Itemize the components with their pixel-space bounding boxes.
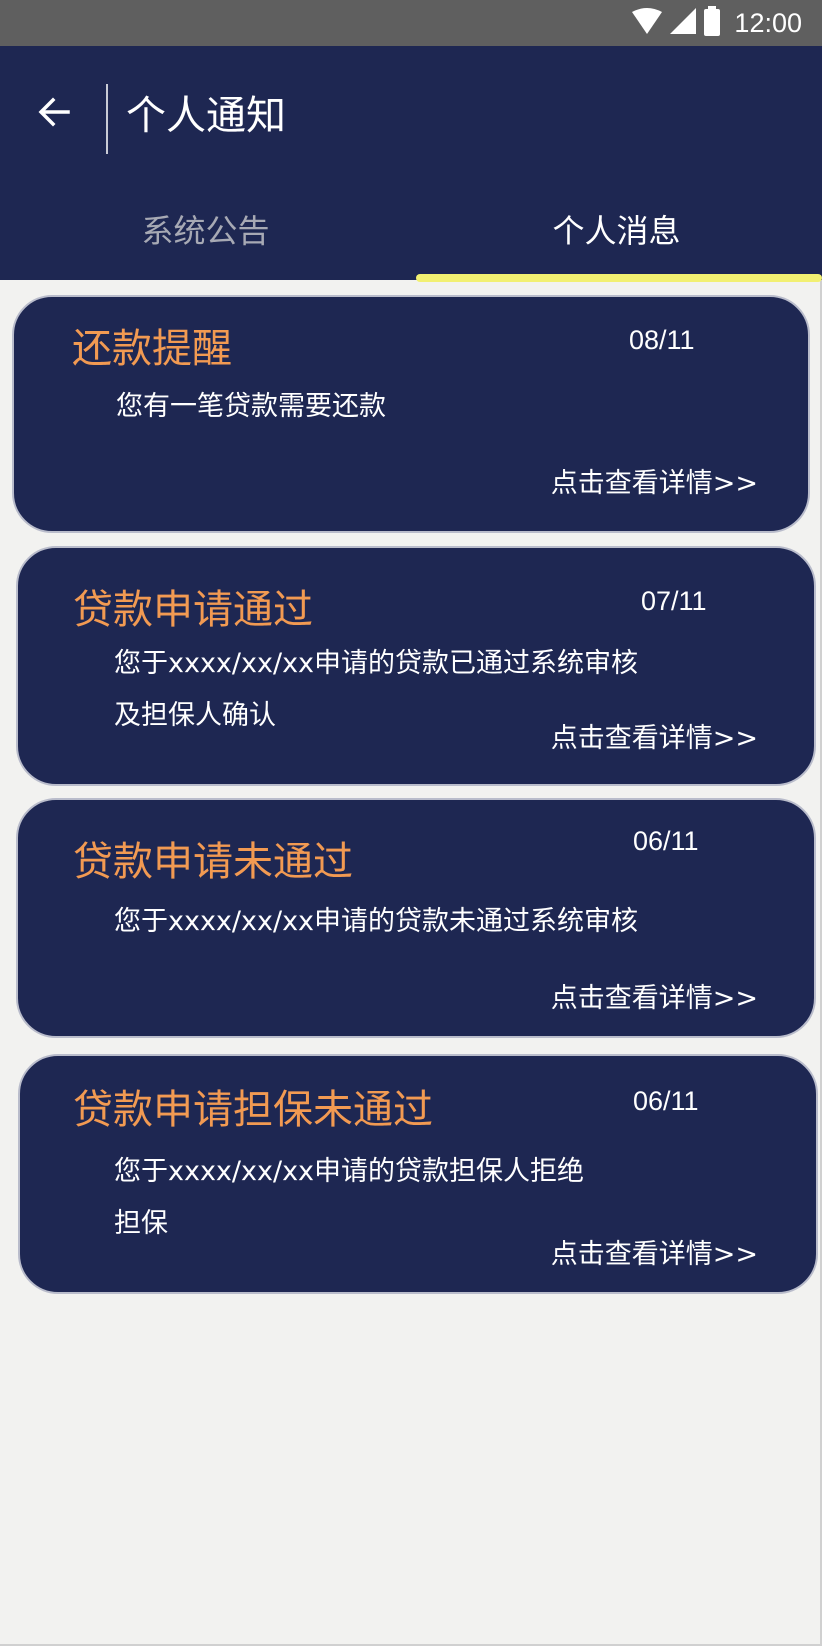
notification-body-line: 您于xxxx/xx/xx申请的贷款担保人拒绝 [114,1156,585,1187]
battery-icon [704,6,721,40]
tab-system-announcements[interactable]: 系统公告 [0,206,411,280]
notification-date: 07/11 [641,586,707,616]
notification-body-line: 您于xxxx/xx/xx申请的贷款已通过系统审核 [114,648,639,679]
status-bar: 12:00 [0,0,822,46]
back-button[interactable] [28,86,80,138]
view-details-link[interactable]: 点击查看详情>> [551,1232,758,1271]
view-details-link[interactable]: 点击查看详情>> [551,976,758,1015]
tab-active-indicator [416,274,822,282]
notification-body-line: 担保 [114,1208,168,1239]
notification-card-approved[interactable]: 贷款申请通过 07/11 您于xxxx/xx/xx申请的贷款已通过系统审核 及担… [16,546,816,786]
notification-body: 您有一笔贷款需要还款 [116,391,386,422]
view-details-link[interactable]: 点击查看详情>> [551,461,758,500]
view-details-link[interactable]: 点击查看详情>> [551,716,758,755]
notification-card-rejected[interactable]: 贷款申请未通过 06/11 您于xxxx/xx/xx申请的贷款未通过系统审核 点… [16,798,816,1038]
signal-icon [670,8,697,38]
notification-date: 08/11 [629,325,695,355]
notification-title: 贷款申请通过 [73,587,313,633]
app-bar: 个人通知 系统公告 个人消息 [0,46,822,282]
notification-title: 贷款申请担保未通过 [73,1087,433,1133]
tab-personal-messages[interactable]: 个人消息 [411,206,822,280]
title-divider [106,84,108,154]
notification-date: 06/11 [633,1086,699,1116]
notification-title: 贷款申请未通过 [73,839,353,885]
notification-card-repayment[interactable]: 还款提醒 08/11 您有一笔贷款需要还款 点击查看详情>> [12,295,810,533]
page-title: 个人通知 [126,93,286,139]
notification-body: 您于xxxx/xx/xx申请的贷款未通过系统审核 [114,906,639,937]
notification-title: 还款提醒 [72,326,232,372]
status-time: 12:00 [734,7,802,38]
status-icons: 12:00 [632,0,802,46]
wifi-icon [632,8,663,38]
notification-body: 您于xxxx/xx/xx申请的贷款担保人拒绝 担保 [114,1146,584,1250]
arrow-left-icon [38,97,70,127]
notification-card-guarantee-rejected[interactable]: 贷款申请担保未通过 06/11 您于xxxx/xx/xx申请的贷款担保人拒绝 担… [18,1054,818,1294]
notification-date: 06/11 [633,826,699,856]
